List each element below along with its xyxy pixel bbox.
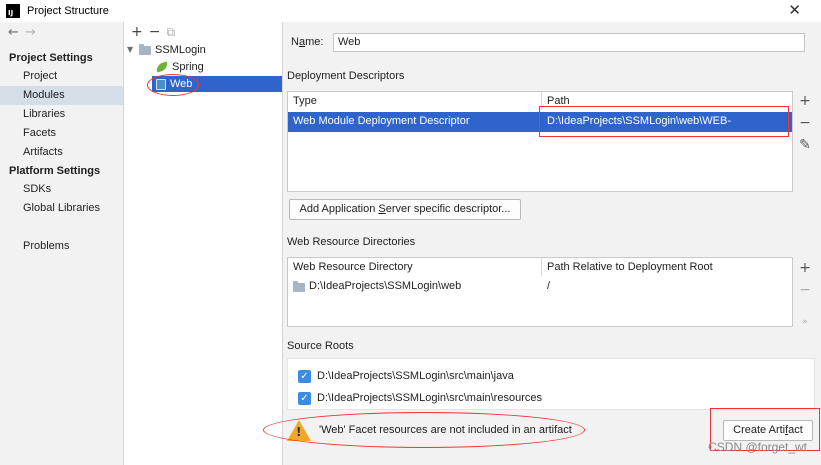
column-header-web-resource-directory[interactable]: Web Resource Directory xyxy=(288,258,538,276)
deployment-descriptors-title: Deployment Descriptors xyxy=(287,70,405,82)
intellij-logo-icon: IJ xyxy=(6,4,20,18)
title-bar: IJ Project Structure ✕ xyxy=(0,0,821,22)
more-icon[interactable]: » xyxy=(794,301,816,327)
web-resource-side-toolbar: + − » xyxy=(794,257,816,327)
add-web-resource-icon[interactable]: + xyxy=(794,257,816,279)
annotation-ellipse-warning xyxy=(263,412,585,448)
column-header-type[interactable]: Type xyxy=(288,92,538,110)
web-resource-directory-cell: D:\IdeaProjects\SSMLogin\web xyxy=(288,277,538,296)
descriptor-type-cell: Web Module Deployment Descriptor xyxy=(293,115,470,127)
remove-descriptor-icon[interactable]: − xyxy=(794,112,816,134)
sidebar-item-sdks[interactable]: SDKs xyxy=(0,180,123,199)
remove-web-resource-icon[interactable]: − xyxy=(794,279,816,301)
module-folder-icon xyxy=(139,43,151,55)
watermark: CSDN @forget_wt xyxy=(708,440,807,454)
navigation-arrows: ←→ xyxy=(8,25,42,40)
source-root-item[interactable]: ✓ D:\IdeaProjects\SSMLogin\src\main\java xyxy=(298,367,514,385)
sidebar-item-facets[interactable]: Facets xyxy=(0,124,123,143)
expand-arrow-icon[interactable]: ▼ xyxy=(127,42,139,58)
close-icon[interactable]: ✕ xyxy=(788,2,801,18)
table-row[interactable]: D:\IdeaProjects\SSMLogin\web / xyxy=(288,277,792,296)
sidebar-item-global-libraries[interactable]: Global Libraries xyxy=(0,199,123,218)
descriptor-side-toolbar: + − ✎ xyxy=(794,90,816,156)
column-header-relative-path[interactable]: Path Relative to Deployment Root xyxy=(542,258,792,276)
facet-settings-panel: Name: Web Deployment Descriptors Type Pa… xyxy=(263,22,821,465)
platform-settings-heading: Platform Settings xyxy=(9,165,101,177)
sidebar-item-libraries[interactable]: Libraries xyxy=(0,105,123,124)
source-roots-title: Source Roots xyxy=(287,340,354,352)
tree-node-ssmlogin[interactable]: ▼ SSMLogin xyxy=(127,42,282,58)
sidebar-item-project[interactable]: Project xyxy=(0,67,123,86)
window-title: Project Structure xyxy=(27,5,109,17)
annotation-rect-path xyxy=(539,106,789,137)
sidebar-item-problems[interactable]: Problems xyxy=(0,237,123,256)
spring-leaf-icon xyxy=(155,61,169,73)
edit-descriptor-icon[interactable]: ✎ xyxy=(794,134,816,156)
name-label: Name: xyxy=(291,36,324,48)
source-root-item[interactable]: ✓ D:\IdeaProjects\SSMLogin\src\main\reso… xyxy=(298,389,542,407)
checkbox-checked-icon[interactable]: ✓ xyxy=(298,369,311,383)
sidebar-item-artifacts[interactable]: Artifacts xyxy=(0,143,123,162)
tree-toolbar: +−⧉ xyxy=(131,24,181,40)
add-server-descriptor-button[interactable]: Add Application Server specific descript… xyxy=(289,199,521,220)
add-icon[interactable]: + xyxy=(131,24,149,40)
web-resource-directories-title: Web Resource Directories xyxy=(287,236,416,248)
remove-icon[interactable]: − xyxy=(149,24,167,40)
copy-icon[interactable]: ⧉ xyxy=(166,25,181,39)
project-settings-heading: Project Settings xyxy=(9,52,93,64)
folder-icon xyxy=(293,281,305,292)
facet-name-input[interactable]: Web xyxy=(333,33,805,52)
tree-node-label: Spring xyxy=(172,61,204,73)
checkbox-checked-icon[interactable]: ✓ xyxy=(298,391,311,405)
tree-node-spring[interactable]: Spring xyxy=(155,59,282,75)
forward-arrow-icon[interactable]: → xyxy=(25,25,42,40)
back-arrow-icon[interactable]: ← xyxy=(8,25,25,40)
web-resource-table[interactable]: Web Resource Directory Path Relative to … xyxy=(287,257,793,327)
annotation-ellipse-web xyxy=(147,74,199,96)
settings-sidebar: ←→ Project Settings Project Modules Libr… xyxy=(0,22,124,465)
add-descriptor-icon[interactable]: + xyxy=(794,90,816,112)
relative-path-cell: / xyxy=(547,280,551,292)
sidebar-item-modules[interactable]: Modules xyxy=(0,86,123,105)
source-roots-list: ✓ D:\IdeaProjects\SSMLogin\src\main\java… xyxy=(287,358,815,410)
tree-node-label: SSMLogin xyxy=(155,44,206,56)
